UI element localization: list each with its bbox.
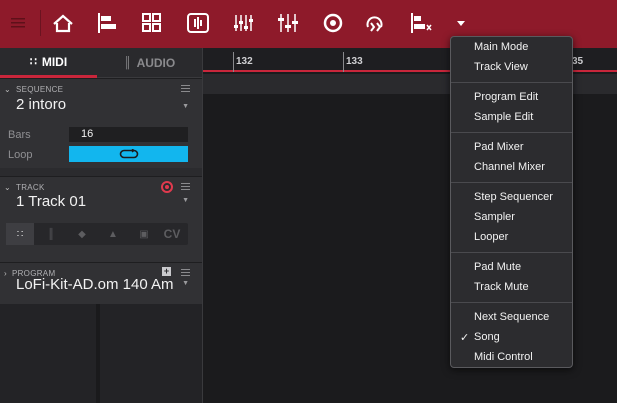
home-icon[interactable]	[50, 10, 76, 36]
loop-toggle[interactable]	[69, 146, 188, 162]
track-name[interactable]: 1 Track 01	[16, 193, 86, 210]
grid-icon: ∷	[29, 56, 37, 68]
checkmark-icon: ✓	[460, 332, 470, 344]
cv-track-button[interactable]: CV	[158, 223, 186, 245]
tab-audio-label: AUDIO	[136, 55, 176, 70]
chevron-down-icon: ⌄	[4, 183, 12, 192]
add-program-button[interactable]: +	[162, 267, 171, 276]
chevron-right-icon: ›	[4, 269, 7, 278]
menu-divider	[451, 302, 572, 303]
menu-item-track-mute[interactable]: Track Mute	[474, 281, 529, 293]
track-menu-icon[interactable]	[181, 183, 190, 191]
sequence-heading[interactable]: ⌄ SEQUENCE	[4, 85, 63, 94]
menu-item-sampler[interactable]: Sampler	[474, 211, 515, 223]
drum-track-icon[interactable]: ∷	[6, 223, 34, 245]
step-sequencer-icon[interactable]	[409, 10, 435, 36]
track-heading[interactable]: ⌄ TRACK	[4, 183, 45, 192]
loop-icon	[119, 149, 138, 159]
sequence-name[interactable]: 2 intoro	[16, 96, 66, 113]
tab-midi-label: MIDI	[41, 54, 68, 69]
program-section: › PROGRAM + LoFi-Kit-AD.om 140 Am ▼	[0, 262, 202, 304]
menu-item-program-edit[interactable]: Program Edit	[474, 91, 538, 103]
menu-item-track-view[interactable]: Track View	[474, 61, 528, 73]
mode-tabs: ∷ MIDI ║ AUDIO	[0, 48, 202, 78]
loop-label: Loop	[8, 149, 33, 161]
sample-edit-icon[interactable]	[185, 10, 211, 36]
menu-item-pad-mute[interactable]: Pad Mute	[474, 261, 521, 273]
plugin-track-icon[interactable]: ◆	[68, 223, 96, 245]
mode-dropdown-menu: Main Mode Track View Program Edit Sample Ed…	[450, 36, 573, 368]
clip-track-icon[interactable]: ▣	[130, 223, 158, 245]
mixer-icon[interactable]	[230, 10, 256, 36]
keygroup-track-icon[interactable]: ║	[37, 223, 65, 245]
track-heading-label: TRACK	[16, 183, 45, 192]
caret-down-icon[interactable]: ▼	[182, 280, 189, 287]
sequence-menu-icon[interactable]	[181, 85, 190, 93]
main-mode-icon[interactable]	[94, 10, 120, 36]
menu-item-song[interactable]: Song	[474, 331, 500, 343]
chevron-down-icon: ⌄	[4, 85, 12, 94]
bar-number: 132	[236, 56, 253, 67]
menu-item-step-sequencer[interactable]: Step Sequencer	[474, 191, 553, 203]
caret-down-icon[interactable]: ▼	[182, 103, 189, 110]
track-section: ⌄ TRACK 1 Track 01 ▼ ∷ ║ ◆ ▲ ▣ CV	[0, 176, 202, 262]
menu-divider	[451, 132, 572, 133]
bars-field[interactable]: 16	[69, 127, 188, 142]
caret-down-icon[interactable]: ▼	[182, 197, 189, 204]
midi-track-icon[interactable]: ▲	[99, 223, 127, 245]
menu-item-main-mode[interactable]: Main Mode	[474, 41, 528, 53]
menu-icon[interactable]	[5, 10, 31, 36]
menu-item-midi-control[interactable]: Midi Control	[474, 351, 533, 363]
record-disc-icon[interactable]	[320, 10, 346, 36]
menu-divider	[451, 82, 572, 83]
pad-column	[0, 304, 96, 403]
menu-item-pad-mixer[interactable]: Pad Mixer	[474, 141, 524, 153]
grid-icon[interactable]	[139, 10, 165, 36]
bar-tick	[343, 52, 344, 72]
looper-icon[interactable]	[363, 10, 389, 36]
menu-item-sample-edit[interactable]: Sample Edit	[474, 111, 533, 123]
more-caret-icon[interactable]	[448, 10, 474, 36]
menu-item-channel-mixer[interactable]: Channel Mixer	[474, 161, 545, 173]
program-menu-icon[interactable]	[181, 269, 190, 277]
toolbar-divider	[40, 10, 41, 36]
program-name[interactable]: LoFi-Kit-AD.om 140 Am	[16, 276, 174, 293]
bar-number: 133	[346, 56, 363, 67]
menu-item-next-sequence[interactable]: Next Sequence	[474, 311, 549, 323]
bar-tick	[233, 52, 234, 72]
menu-divider	[451, 182, 572, 183]
track-type-selector: ∷ ║ ◆ ▲ ▣ CV	[6, 223, 188, 245]
tab-audio[interactable]: ║ AUDIO	[97, 48, 202, 78]
menu-divider	[451, 252, 572, 253]
menu-item-looper[interactable]: Looper	[474, 231, 508, 243]
waveform-icon: ║	[123, 56, 132, 69]
left-panel: ∷ MIDI ║ AUDIO ⌄ SEQUENCE 2 intoro ▼ Bar…	[0, 48, 202, 403]
sequence-heading-label: SEQUENCE	[16, 85, 64, 94]
bar-number: 35	[572, 56, 584, 67]
bars-label: Bars	[8, 129, 31, 141]
channel-mixer-icon[interactable]	[275, 10, 301, 36]
record-arm-button[interactable]	[161, 181, 173, 193]
pad-column	[100, 304, 202, 403]
pad-area	[0, 304, 202, 403]
tab-midi[interactable]: ∷ MIDI	[0, 48, 97, 78]
